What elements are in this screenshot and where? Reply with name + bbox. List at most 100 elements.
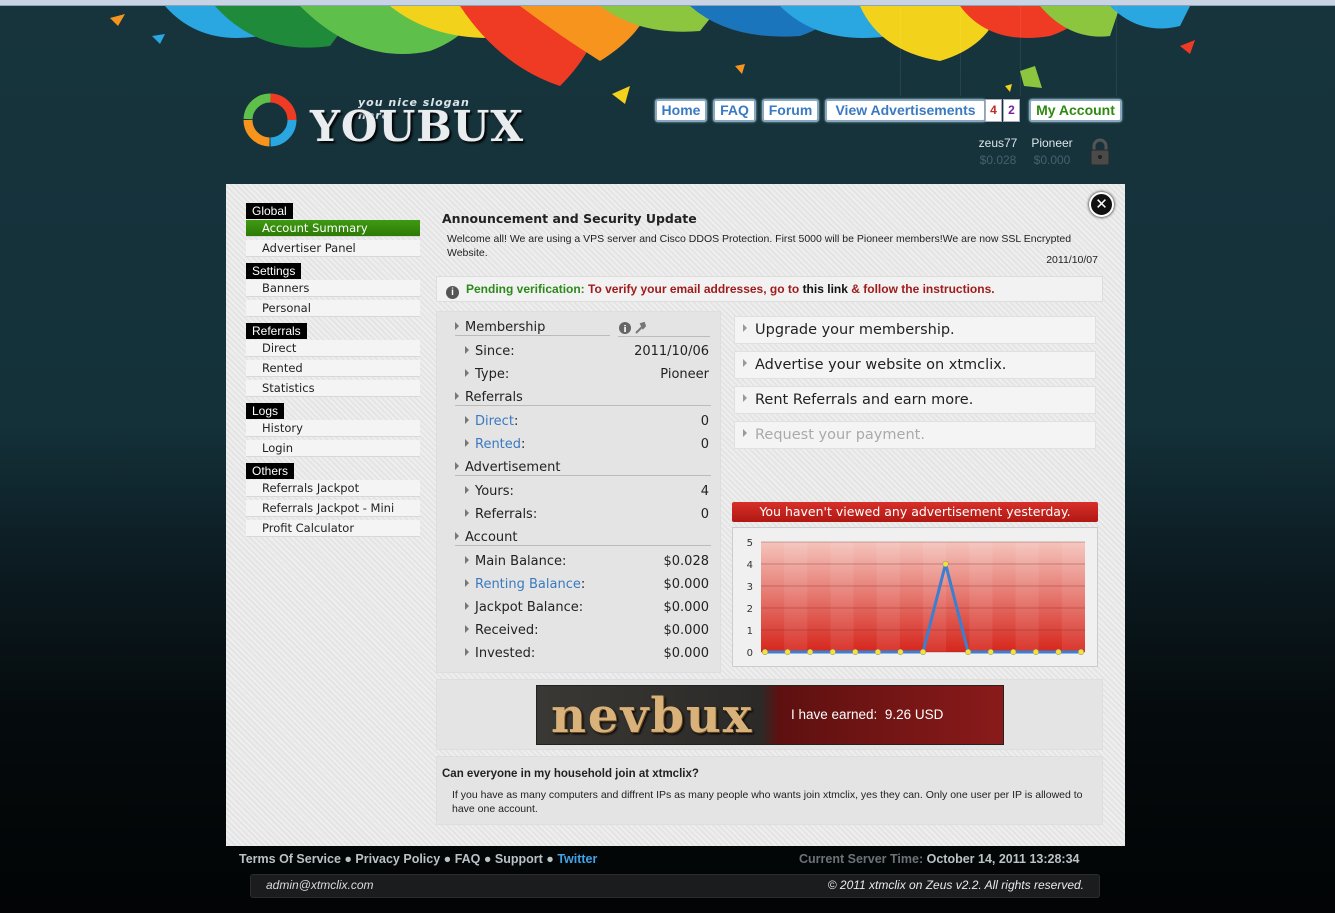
sidebar-item-rented[interactable]: Rented [246, 360, 420, 377]
chart-data-point [987, 648, 994, 656]
nav-view-ads-button[interactable]: View Advertisements [825, 99, 986, 122]
info-wrench-icon[interactable]: i [618, 321, 658, 335]
nav-faq-button[interactable]: FAQ [713, 99, 756, 122]
nevbux-banner[interactable]: nevbux I have earned: 9.26 USD [536, 685, 1004, 745]
referrals-title: Referrals [465, 390, 523, 405]
sidebar-item-personal[interactable]: Personal [246, 300, 420, 317]
site-logo-text: YOUBUX [310, 102, 524, 151]
membership-type-row: Type: Pioneer [465, 367, 709, 382]
direct-value: 0 [700, 414, 709, 429]
pending-verification-notice: i Pending verification: To verify your em… [436, 276, 1103, 302]
chart-data-point [1010, 648, 1017, 656]
footer-privacy-link[interactable]: Privacy Policy [355, 852, 440, 866]
logo-ring-icon [243, 93, 297, 147]
user-balance-box: zeus77 $0.028 [972, 136, 1024, 167]
sidebar-head-referrals: Referrals [246, 323, 307, 339]
arrow-icon [743, 324, 747, 332]
arrow-icon [743, 429, 747, 437]
invested-row: Invested: $0.000 [465, 646, 709, 661]
sidebar-item-profit-calculator[interactable]: Profit Calculator [246, 520, 420, 537]
direct-referrals-row: Direct: 0 [465, 414, 709, 429]
arrow-icon [465, 556, 469, 564]
header-divider [1020, 6, 1021, 96]
sidebar-item-account-summary[interactable]: Account Summary [246, 220, 420, 237]
rent-label: Rent Referrals and earn more. [755, 392, 974, 408]
membership-since-row: Since: 2011/10/06 [465, 344, 709, 359]
renting-balance-link[interactable]: Renting Balance [475, 577, 581, 592]
chart-data-point [897, 648, 904, 656]
chart-column-band [1061, 542, 1085, 652]
rent-referrals-link[interactable]: Rent Referrals and earn more. [734, 386, 1096, 414]
sidebar-item-advertiser-panel[interactable]: Advertiser Panel [246, 240, 420, 257]
direct-link[interactable]: Direct [475, 414, 514, 429]
header-divider [900, 6, 901, 96]
sidebar-item-referrals-jackpot-mini[interactable]: Referrals Jackpot - Mini [246, 500, 420, 517]
faq-question: Can everyone in my household join at xtm… [442, 768, 699, 780]
chart-column-band [969, 542, 993, 652]
chart-ytick-label: 3 [747, 582, 753, 593]
arrow-icon [465, 346, 469, 354]
chart-column-band [761, 542, 784, 652]
footer-copyright: © 2011 xtmclix on Zeus v2.2. All rights … [827, 878, 1084, 892]
footer-twitter-link[interactable]: Twitter [557, 852, 597, 866]
close-icon[interactable]: ✕ [1089, 192, 1114, 217]
upgrade-membership-link[interactable]: Upgrade your membership. [734, 316, 1096, 344]
ads-chart-svg: 0 1 2 3 4 5 [747, 538, 1085, 659]
sidebar-item-login[interactable]: Login [246, 440, 420, 457]
chart-data-point [1032, 648, 1039, 656]
sidebar-item-direct[interactable]: Direct [246, 340, 420, 357]
yours-label: Yours: [475, 484, 514, 499]
ads-count-badge: 4 [985, 99, 1002, 122]
membership-box: Pioneer $0.000 [1026, 136, 1078, 167]
sidebar-item-history[interactable]: History [246, 420, 420, 437]
username: zeus77 [978, 136, 1018, 150]
footer-tos-link[interactable]: Terms Of Service [239, 852, 341, 866]
nav-my-account-button[interactable]: My Account [1029, 99, 1122, 122]
chart-data-point [919, 648, 927, 656]
footer-faq-link[interactable]: FAQ [455, 852, 481, 866]
verify-link[interactable]: this link [803, 282, 848, 296]
sidebar-head-global: Global [246, 203, 293, 219]
footer-support-link[interactable]: Support [495, 852, 543, 866]
chart-ytick-label: 0 [747, 648, 753, 659]
arrow-icon [743, 359, 747, 367]
site-logo[interactable]: you nice slogan here YOUBUX [240, 88, 523, 158]
chart-data-point [807, 648, 814, 656]
user-balance: $0.028 [979, 153, 1017, 167]
chart-data-point [829, 648, 836, 656]
rented-referrals-row: Rented: 0 [465, 437, 709, 452]
footer-links: Terms Of Service ● Privacy Policy ● FAQ … [239, 852, 598, 866]
arrow-icon [455, 532, 459, 540]
ads-referrals-row: Referrals: 0 [465, 507, 709, 522]
rented-link[interactable]: Rented [475, 437, 521, 452]
chart-column-band [830, 542, 854, 652]
membership-type: Pioneer [1031, 136, 1073, 150]
ads-referrals-label: Referrals: [475, 507, 538, 522]
invested-value: $0.000 [663, 646, 710, 661]
request-payment-link[interactable]: Request your payment. [734, 421, 1096, 449]
nav-home-button[interactable]: Home [655, 99, 707, 122]
sidebar-item-referrals-jackpot[interactable]: Referrals Jackpot [246, 480, 420, 497]
banner-earned-label: I have earned: [791, 707, 878, 722]
advertise-link[interactable]: Advertise your website on xtmclix. [734, 351, 1096, 379]
announcement-date: 2011/10/07 [1046, 254, 1098, 266]
arrow-icon [465, 486, 469, 494]
arrow-icon [465, 648, 469, 656]
membership-title: Membership [465, 320, 546, 335]
sidebar-item-banners[interactable]: Banners [246, 280, 420, 297]
sidebar-item-statistics[interactable]: Statistics [246, 380, 420, 397]
logout-lock-icon[interactable] [1089, 137, 1111, 167]
received-value: $0.000 [663, 623, 710, 638]
chart-data-point [1055, 648, 1062, 656]
chart-column-band [1015, 542, 1039, 652]
chart-column-band [876, 542, 900, 652]
arrow-icon [465, 416, 469, 424]
ads-referrals-value: 0 [700, 507, 709, 522]
server-time-value: October 14, 2011 13:28:34 [926, 852, 1080, 866]
chart-ytick-label: 1 [747, 626, 753, 637]
announcement-title: Announcement and Security Update [442, 211, 697, 226]
chart-column-band [1039, 542, 1062, 652]
sidebar-head-others: Others [246, 463, 295, 479]
nav-forum-button[interactable]: Forum [762, 99, 819, 122]
jackpot-balance-row: Jackpot Balance: $0.000 [465, 600, 709, 615]
